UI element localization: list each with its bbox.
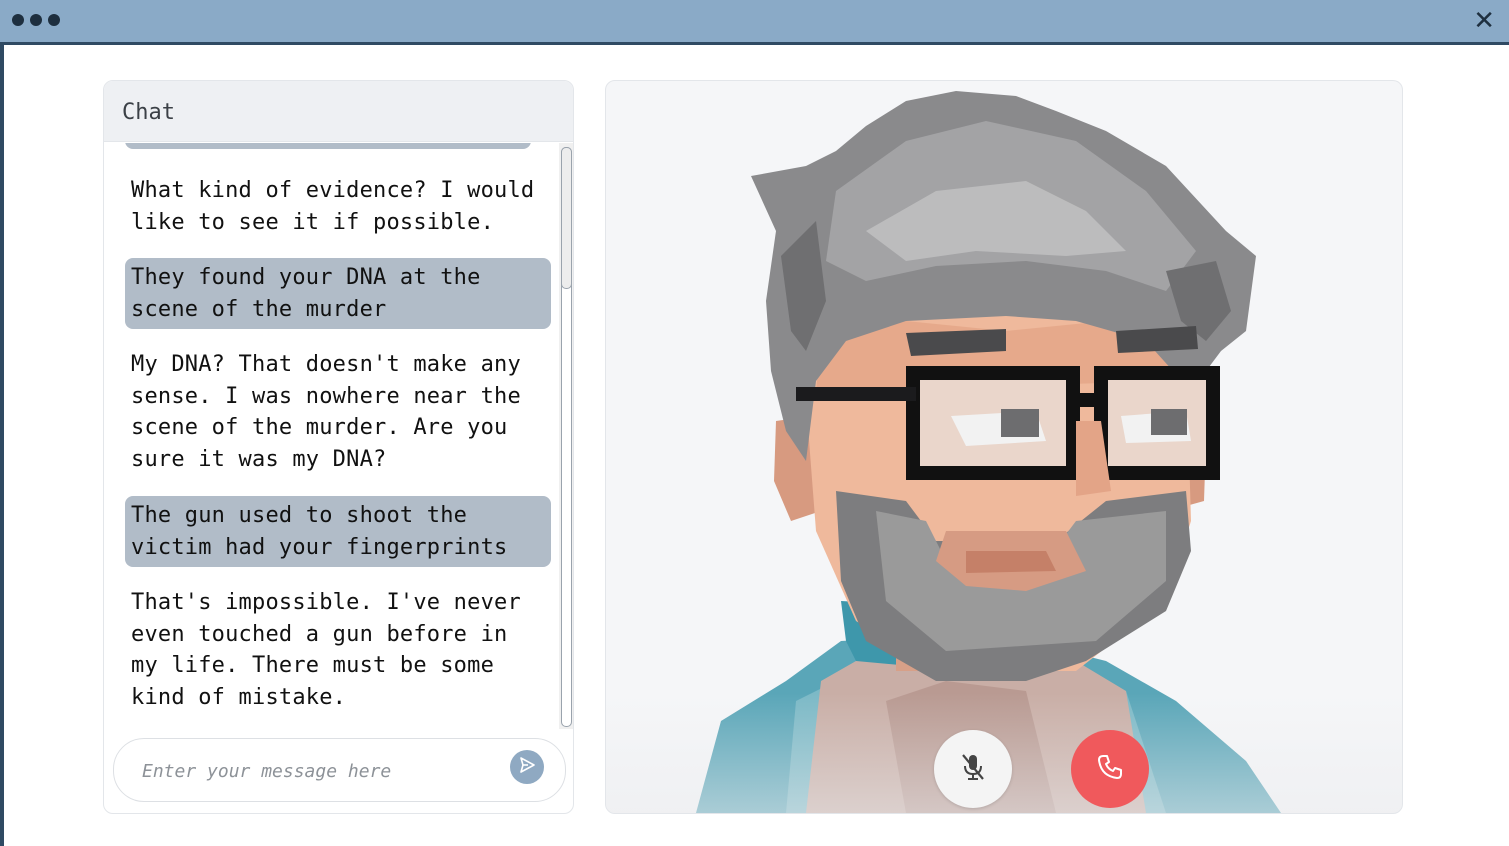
message-bubble-clipped [125, 143, 531, 149]
microphone-muted-icon [959, 752, 987, 786]
message-user: They found your DNA at the scene of the … [125, 258, 551, 329]
message-ai: My DNA? That doesn't make any sense. I w… [125, 345, 543, 479]
video-call-panel [605, 80, 1403, 814]
three-dots-icon[interactable] [12, 14, 60, 26]
dot [48, 14, 60, 26]
message-input[interactable] [140, 753, 504, 789]
close-icon[interactable]: ✕ [1473, 6, 1495, 36]
scrollbar-thumb[interactable] [561, 147, 572, 289]
dot [30, 14, 42, 26]
send-icon [518, 756, 536, 778]
mute-button[interactable] [934, 730, 1012, 808]
title-bar: ✕ [0, 0, 1509, 45]
send-button[interactable] [510, 750, 544, 784]
hang-up-button[interactable] [1071, 730, 1149, 808]
message-list[interactable]: What kind of evidence? I would like to s… [104, 143, 559, 729]
chat-scrollbar[interactable] [559, 143, 573, 729]
message-ai: That's impossible. I've never even touch… [125, 583, 543, 717]
chat-panel: Chat What kind of evidence? I would like… [103, 80, 574, 814]
dot [12, 14, 24, 26]
phone-icon [1095, 752, 1125, 786]
chat-title: Chat [104, 81, 573, 142]
message-ai: What kind of evidence? I would like to s… [125, 171, 543, 242]
window-border [0, 45, 4, 846]
message-input-container [113, 738, 566, 802]
message-user: The gun used to shoot the victim had you… [125, 496, 551, 567]
